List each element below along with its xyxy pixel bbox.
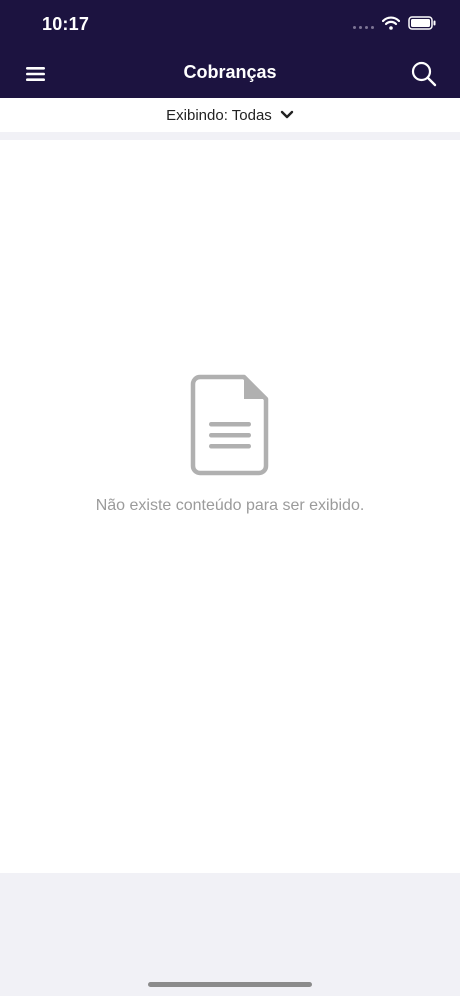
- wifi-icon: [382, 16, 400, 30]
- filter-label: Exibindo: Todas: [166, 106, 272, 124]
- document-icon: [190, 374, 270, 476]
- battery-icon: [408, 16, 436, 30]
- home-indicator[interactable]: [148, 982, 312, 987]
- separator: [0, 132, 460, 140]
- status-time: 10:17: [42, 14, 90, 34]
- status-icons: [353, 16, 436, 30]
- footer-area: [0, 873, 460, 996]
- search-button[interactable]: [410, 60, 438, 88]
- empty-state-message: Não existe conteúdo para ser exibido.: [95, 497, 365, 514]
- page-title: Cobranças: [183, 62, 277, 82]
- chevron-down-icon: [280, 110, 294, 119]
- cellular-signal-icon: [353, 17, 374, 29]
- search-icon: [411, 61, 437, 87]
- filter-selector[interactable]: Exibindo: Todas: [0, 98, 460, 132]
- top-bar: 10:17 Cobranças: [0, 0, 460, 98]
